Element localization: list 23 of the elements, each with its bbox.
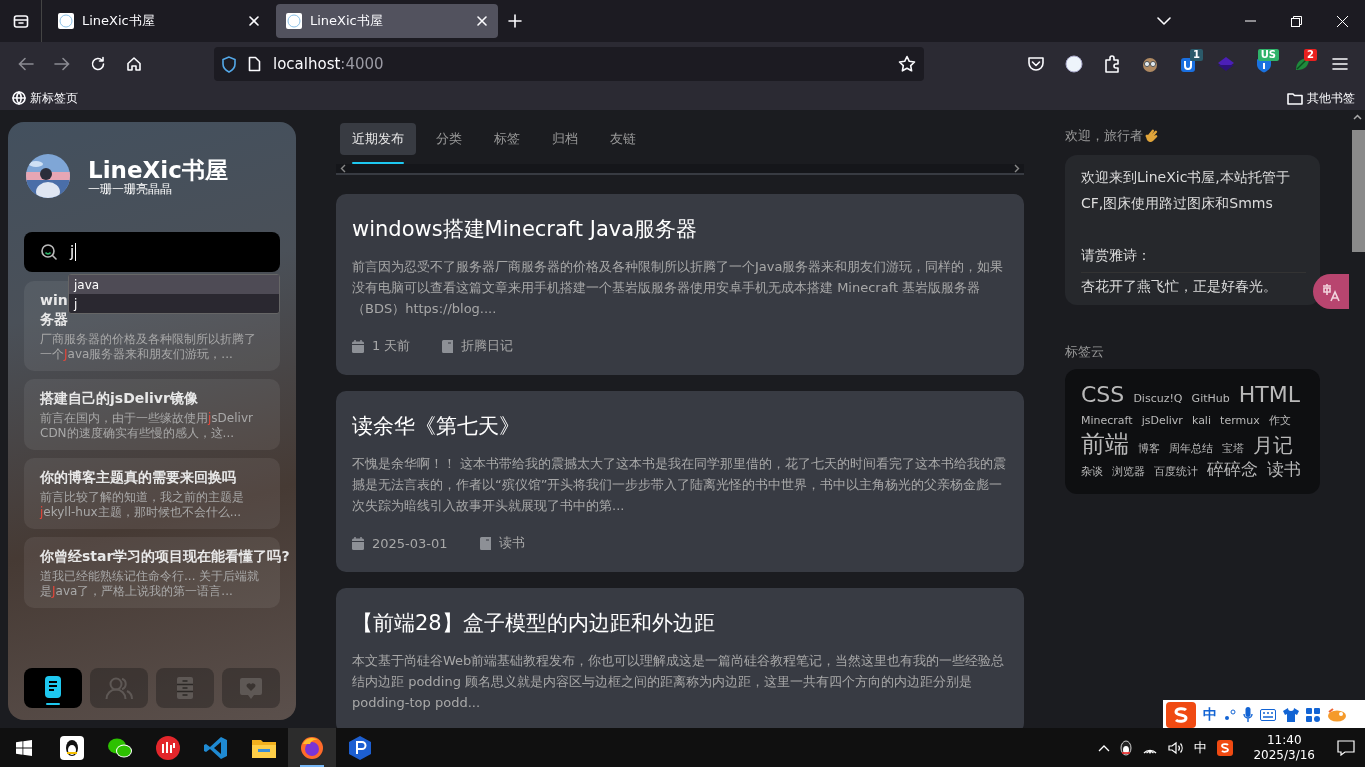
site-subtitle: 一珊一珊亮晶晶	[88, 182, 173, 196]
result-title: 搭建自己的jsDelivr镜像	[40, 389, 198, 408]
result-title: 务器	[40, 310, 68, 329]
post-excerpt: 本文基于尚硅谷Web前端基础教程发布，你也可以理解成这是一篇尚硅谷教程笔记，当然这里也有我的一些经验总结内边距 podding 顾名思义就是内容区与边框之间的距离称为内边距，这里一共有四个方向的内边距分别是 podding-top podd...	[352, 652, 1006, 712]
poem-text: 杏花开了燕飞忙，正是好春光。	[1081, 277, 1278, 296]
extension-badge: 1	[1190, 49, 1203, 61]
post-excerpt: 前言因为忍受不了服务器厂商服务器的价格及各种限制所以折腾了一个Java服务器来和朋友们游玩，同样的，如果没有电脑可以查看这篇文章来用手机搭建一个基岩版服务器使用安卓手机无成本搭建 Minecraft 基岩版服务器（BDS）https://blog....	[352, 258, 1005, 318]
post-excerpt: 不愧是余华啊！！ 这本书带给我的震撼太大了这本书是我在同学那里借的，花了七天的时间看完了这本书给我的震撼是无法言表的，作者以“殡仪馆”开头将我们一步步带入了陆离光怪的书中世界，书中以主角杨光的父亲杨金彪一次失踪为暗线引入故事开头就展现了书中的第...	[352, 455, 1008, 515]
post-date: 2025-03-01	[372, 535, 448, 551]
result-snippet: 前言在国内，由于一些缘故使用jsDelivr CDN的速度确实有些慢的感人，这...	[40, 411, 254, 441]
welcome-heading: 欢迎，旅行者	[1065, 127, 1143, 145]
result-snippet: 厂商服务器的价格及各种限制所以折腾了一个Java服务器来和朋友们游玩，...	[40, 332, 257, 362]
extension-badge: 2	[1304, 49, 1317, 61]
poem-label: 请赏雅诗：	[1081, 246, 1152, 265]
result-title: 你曾经star学习的项目现在能看懂了吗?	[40, 547, 290, 566]
welcome-text: 欢迎来到LineXic书屋,本站托管于CF,图床使用路过图床和Smms	[1081, 168, 1291, 213]
tag-cloud-heading: 标签云	[1065, 343, 1104, 361]
extension-badge: US	[1257, 49, 1279, 61]
result-title: 你的博客主题真的需要来回换吗	[40, 468, 236, 487]
post-date: 1 天前	[372, 337, 411, 355]
result-snippet: 道我已经能熟练记住命令行... 关于后端就是Java了，严格上说我的第一语言...	[40, 569, 261, 599]
result-snippet: 前言比较了解的知道，我之前的主题是 jekyll-hux主题，那时候也不会什么...	[40, 490, 245, 520]
result-title: win	[40, 291, 68, 310]
